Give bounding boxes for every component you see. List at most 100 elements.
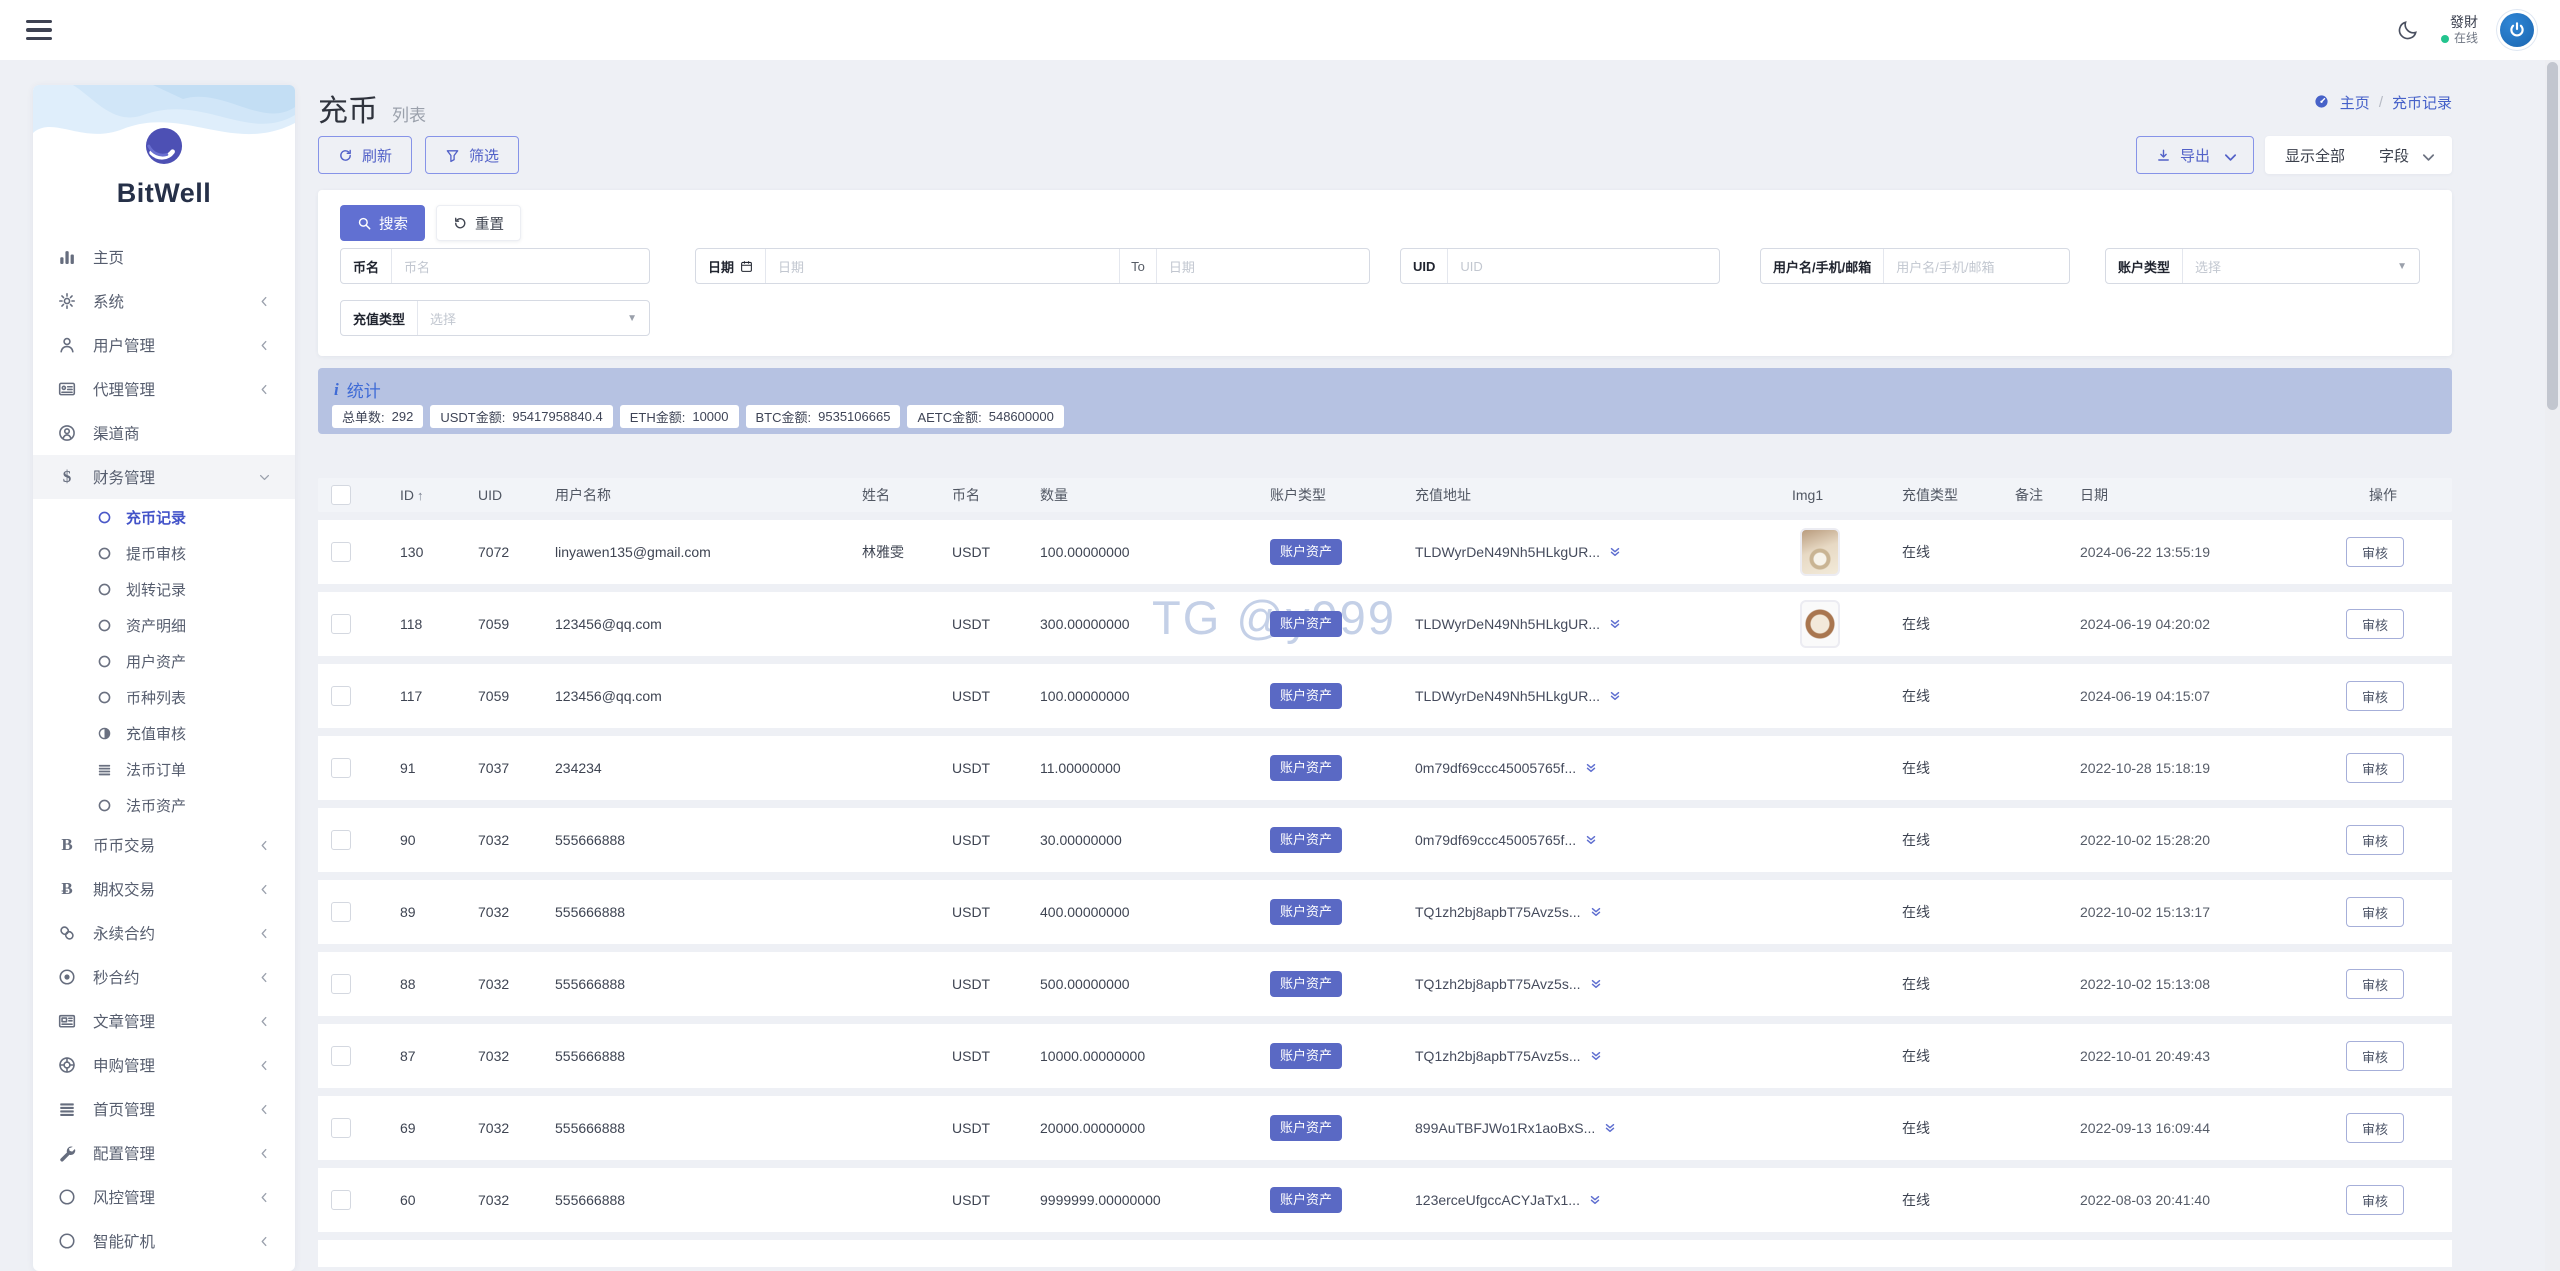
hamburger-menu-icon[interactable] (26, 20, 52, 40)
sidebar-subitem-1[interactable]: 提币审核 (33, 535, 295, 571)
expand-address-icon[interactable] (1584, 833, 1598, 847)
cell-action: 审核 (2330, 1041, 2452, 1071)
fields-label[interactable]: 字段 (2379, 145, 2409, 166)
user-filter-input[interactable]: 用户名/手机/邮箱 (1884, 249, 2069, 283)
sidebar-item-label: 财务管理 (93, 466, 258, 488)
row-checkbox[interactable] (331, 1118, 351, 1138)
row-checkbox[interactable] (331, 1190, 351, 1210)
sort-ascending-icon[interactable]: ↑ (417, 488, 424, 503)
sidebar-subitem-7[interactable]: 法币订单 (33, 751, 295, 787)
date-from-input[interactable]: 日期 (766, 249, 1119, 283)
audit-button[interactable]: 审核 (2346, 825, 2404, 855)
audit-button[interactable]: 审核 (2346, 753, 2404, 783)
expand-address-icon[interactable] (1608, 689, 1622, 703)
sidebar-item-2[interactable]: 用户管理 (33, 323, 295, 367)
seal-image-thumbnail[interactable] (1800, 600, 1840, 648)
row-checkbox[interactable] (331, 974, 351, 994)
expand-address-icon[interactable] (1589, 1049, 1603, 1063)
audit-button[interactable]: 审核 (2346, 1041, 2404, 1071)
expand-address-icon[interactable] (1588, 1193, 1602, 1207)
show-all-label[interactable]: 显示全部 (2285, 145, 2345, 166)
row-checkbox[interactable] (331, 830, 351, 850)
expand-address-icon[interactable] (1608, 617, 1622, 631)
sidebar-subitem-0[interactable]: 充币记录 (33, 499, 295, 535)
row-checkbox[interactable] (331, 1046, 351, 1066)
expand-address-icon[interactable] (1608, 545, 1622, 559)
audit-button[interactable]: 审核 (2346, 897, 2404, 927)
vertical-scrollbar[interactable] (2545, 0, 2560, 1271)
sidebar-subitem-4[interactable]: 用户资产 (33, 643, 295, 679)
sidebar-item-13[interactable]: 配置管理 (33, 1131, 295, 1175)
uid-filter-group: UID UID (1400, 248, 1720, 284)
reset-button[interactable]: 重置 (436, 205, 521, 241)
sidebar-subitem-6[interactable]: 充值审核 (33, 715, 295, 751)
user-info[interactable]: 發財 在线 (2441, 14, 2478, 47)
sidebar-subitem-3[interactable]: 资产明细 (33, 607, 295, 643)
expand-address-icon[interactable] (1589, 905, 1603, 919)
sidebar-item-4[interactable]: 渠道商 (33, 411, 295, 455)
recharge-type-filter-label: 充值类型 (341, 301, 418, 335)
row-checkbox[interactable] (331, 542, 351, 562)
cell-date: 2024-06-22 13:55:19 (2080, 544, 2330, 560)
sidebar-item-10[interactable]: 文章管理 (33, 999, 295, 1043)
sidebar-item-15[interactable]: 智能矿机 (33, 1219, 295, 1263)
audit-button[interactable]: 审核 (2346, 1185, 2404, 1215)
sidebar-item-12[interactable]: 首页管理 (33, 1087, 295, 1131)
header-id[interactable]: ID↑ (400, 487, 478, 503)
account-type-select[interactable]: 选择 (2183, 249, 2397, 283)
receipt-photo-thumbnail[interactable] (1800, 528, 1840, 576)
row-checkbox[interactable] (331, 902, 351, 922)
row-checkbox[interactable] (331, 758, 351, 778)
audit-button[interactable]: 审核 (2346, 1113, 2404, 1143)
audit-button[interactable]: 审核 (2346, 681, 2404, 711)
select-all-checkbox[interactable] (331, 485, 351, 505)
lines-icon (97, 762, 112, 777)
audit-button[interactable]: 审核 (2346, 609, 2404, 639)
circle-icon (97, 510, 112, 525)
row-checkbox[interactable] (331, 686, 351, 706)
cell-username: linyawen135@gmail.com (555, 544, 862, 560)
sidebar-item-3[interactable]: 代理管理 (33, 367, 295, 411)
sidebar-subitem-5[interactable]: 币种列表 (33, 679, 295, 715)
chevron-left-icon (258, 883, 271, 896)
chevron-left-icon (258, 1191, 271, 1204)
select-arrow-icon: ▼ (627, 301, 649, 335)
sidebar-item-8[interactable]: 永续合约 (33, 911, 295, 955)
breadcrumb-current[interactable]: 充币记录 (2392, 92, 2452, 113)
expand-address-icon[interactable] (1589, 977, 1603, 991)
dark-mode-moon-icon[interactable] (2397, 19, 2419, 41)
filter-button[interactable]: 筛选 (425, 136, 519, 174)
sidebar-subitem-2[interactable]: 划转记录 (33, 571, 295, 607)
uid-filter-input[interactable]: UID (1448, 249, 1719, 283)
sidebar-subitem-label: 币种列表 (126, 687, 186, 708)
row-checkbox[interactable] (331, 614, 351, 634)
fields-visibility-group[interactable]: 显示全部 字段 (2265, 136, 2452, 174)
coin-filter-input[interactable]: 币名 (392, 249, 649, 283)
sidebar-item-6[interactable]: B币币交易 (33, 823, 295, 867)
refresh-button[interactable]: 刷新 (318, 136, 412, 174)
audit-button[interactable]: 审核 (2346, 537, 2404, 567)
breadcrumb-home[interactable]: 主页 (2340, 92, 2370, 113)
sidebar-item-5[interactable]: $财务管理 (33, 455, 295, 499)
search-button[interactable]: 搜索 (340, 205, 425, 241)
sidebar-item-7[interactable]: Ƀ期权交易 (33, 867, 295, 911)
expand-address-icon[interactable] (1584, 761, 1598, 775)
sidebar-item-9[interactable]: 秒合约 (33, 955, 295, 999)
chevron-left-icon (258, 339, 271, 352)
sidebar-subitem-8[interactable]: 法币资产 (33, 787, 295, 823)
sidebar-item-0[interactable]: 主页 (33, 235, 295, 279)
cell-address: 899AuTBFJWo1Rx1aoBxS... (1415, 1120, 1792, 1136)
date-to-input[interactable]: 日期 (1157, 249, 1369, 283)
sidebar-item-1[interactable]: 系统 (33, 279, 295, 323)
list-icon (57, 1099, 77, 1119)
recharge-type-select[interactable]: 选择 (418, 301, 627, 335)
audit-button[interactable]: 审核 (2346, 969, 2404, 999)
cell-coin: USDT (952, 904, 1040, 920)
sidebar-item-14[interactable]: 风控管理 (33, 1175, 295, 1219)
export-button[interactable]: 导出 (2136, 136, 2254, 174)
dashboard-gauge-icon (2314, 94, 2331, 111)
expand-address-icon[interactable] (1603, 1121, 1617, 1135)
user-avatar[interactable] (2500, 13, 2534, 47)
scrollbar-thumb[interactable] (2547, 62, 2558, 410)
sidebar-item-11[interactable]: 申购管理 (33, 1043, 295, 1087)
